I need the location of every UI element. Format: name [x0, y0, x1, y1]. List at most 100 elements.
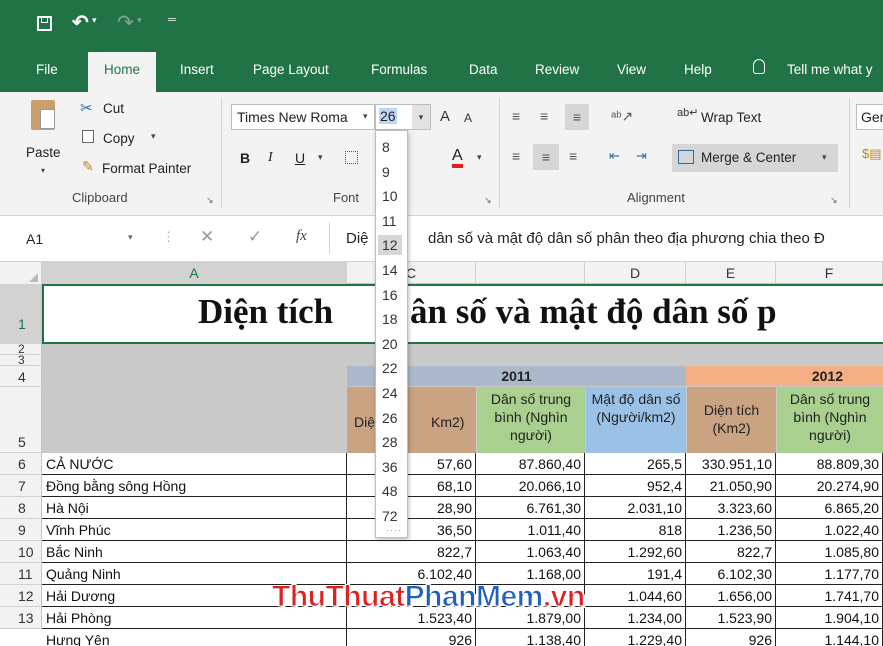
cell-density-2011[interactable]: 1.292,60 [585, 541, 686, 563]
cell-area-2012[interactable]: 1.656,00 [686, 585, 776, 607]
currency-icon[interactable]: $▤ [862, 146, 882, 162]
format-painter-icon[interactable]: ✎ [82, 158, 94, 175]
increase-indent-icon[interactable]: ⇥ [636, 148, 647, 164]
align-middle-icon[interactable]: ≡ [540, 108, 548, 124]
cell-region[interactable]: Vĩnh Phúc [42, 519, 347, 541]
grow-font-icon[interactable]: A [440, 108, 450, 125]
cell-pop-2011[interactable]: 1.138,40 [476, 629, 585, 646]
font-size-option[interactable]: 36 [382, 459, 398, 475]
font-name-dropdown-icon[interactable]: ▾ [363, 111, 368, 122]
save-icon[interactable] [37, 16, 52, 31]
underline-button[interactable]: U [295, 150, 305, 166]
cell-region[interactable]: CẢ NƯỚC [42, 453, 347, 475]
cell-density-2011[interactable]: 265,5 [585, 453, 686, 475]
resize-grip-icon[interactable]: ···· [386, 525, 402, 535]
cell-area-2011[interactable]: 926 [347, 629, 476, 646]
cell-area-2012[interactable]: 926 [686, 629, 776, 646]
cell-region[interactable]: Đồng bằng sông Hồng [42, 475, 347, 497]
align-left-icon[interactable]: ≡ [512, 148, 520, 164]
cell-density-2011[interactable]: 191,4 [585, 563, 686, 585]
cell-pop-2011[interactable]: 87.860,40 [476, 453, 585, 475]
cell-pop-2011[interactable]: 20.066,10 [476, 475, 585, 497]
copy-icon[interactable] [82, 130, 94, 143]
insert-function-icon[interactable]: fx [296, 228, 307, 245]
clipboard-launcher-icon[interactable]: ↘ [206, 195, 214, 206]
cell-pop-2012[interactable]: 88.809,30 [776, 453, 883, 475]
merge-dropdown-icon[interactable]: ▾ [822, 152, 827, 163]
tab-home[interactable]: Home [88, 52, 156, 92]
row-header-1[interactable]: 1 [0, 284, 42, 344]
font-color-dropdown-icon[interactable]: ▾ [477, 152, 482, 163]
cell-area-2012[interactable]: 3.323,60 [686, 497, 776, 519]
cell-area-2012[interactable]: 21.050,90 [686, 475, 776, 497]
font-size-option[interactable]: 48 [382, 483, 398, 499]
font-size-option[interactable]: 72 [382, 508, 398, 524]
row-header-3[interactable]: 3 [0, 354, 42, 366]
tab-insert[interactable]: Insert [180, 62, 214, 77]
tab-review[interactable]: Review [535, 62, 579, 77]
formula-text[interactable]: dân số và mật độ dân số phân theo địa ph… [428, 230, 825, 247]
paste-button[interactable]: Paste [26, 145, 61, 160]
cell-pop-2011[interactable]: 6.761,30 [476, 497, 585, 519]
cell-density-2011[interactable]: 1.234,00 [585, 607, 686, 629]
cell-area-2011[interactable]: 57,60 [347, 453, 476, 475]
font-size-dropdown[interactable]: 8 9 10 11 12 14 16 18 20 22 24 26 28 36 48 72 ···· [375, 130, 408, 538]
cell-pop-2012[interactable]: 1.144,10 [776, 629, 883, 646]
font-name-combo[interactable]: Times New Roma ▾ [231, 104, 375, 130]
row-header-9[interactable]: 9 [0, 519, 42, 541]
paste-dropdown-icon[interactable]: ▾ [41, 166, 45, 175]
bold-button[interactable]: B [240, 150, 250, 166]
column-header-d[interactable]: D [585, 262, 686, 284]
row-header-13[interactable]: 13 [0, 607, 42, 629]
cell-area-2012[interactable]: 6.102,30 [686, 563, 776, 585]
column-header-c-2[interactable] [476, 262, 585, 284]
cell-density-2011[interactable]: 1.044,60 [585, 585, 686, 607]
cell-region[interactable]: Hưng Yên [42, 629, 347, 646]
tab-file[interactable]: File [36, 62, 58, 77]
cell-area-2011[interactable]: 36,50 [347, 519, 476, 541]
cell-area-2012[interactable]: 822,7 [686, 541, 776, 563]
column-header-c[interactable]: C [347, 262, 476, 284]
cell-pop-2012[interactable]: 1.022,40 [776, 519, 883, 541]
tab-help[interactable]: Help [684, 62, 712, 77]
tab-view[interactable]: View [617, 62, 646, 77]
cell-pop-2012[interactable]: 1.177,70 [776, 563, 883, 585]
row-header-4[interactable]: 4 [0, 366, 42, 387]
select-all-corner[interactable] [0, 262, 42, 284]
orientation-icon[interactable]: ᵃᵇ↗ [611, 108, 633, 125]
align-right-icon[interactable]: ≡ [569, 148, 577, 164]
underline-dropdown-icon[interactable]: ▾ [318, 152, 323, 163]
align-center-icon[interactable]: ≡ [533, 144, 559, 170]
row-header-10[interactable]: 10 [0, 541, 42, 563]
cell-area-2011[interactable]: 68,10 [347, 475, 476, 497]
row-header-7[interactable]: 7 [0, 475, 42, 497]
wrap-text-button[interactable]: Wrap Text [701, 110, 761, 125]
align-bottom-icon[interactable]: ≡ [565, 104, 589, 130]
formula-text-prefix[interactable]: Diệ [346, 230, 369, 247]
row-header-11[interactable]: 11 [0, 563, 42, 585]
cut-button[interactable]: Cut [103, 101, 124, 116]
font-size-option[interactable]: 12 [378, 235, 402, 256]
tab-data[interactable]: Data [469, 62, 498, 77]
font-size-option[interactable]: 22 [382, 360, 398, 376]
name-box-dropdown-icon[interactable]: ▾ [128, 232, 133, 243]
decrease-indent-icon[interactable]: ⇤ [609, 148, 620, 164]
column-header-f[interactable]: F [776, 262, 883, 284]
undo-icon[interactable]: ↶ [72, 10, 89, 35]
cell-pop-2012[interactable]: 1.904,10 [776, 607, 883, 629]
row-header-12[interactable]: 12 [0, 585, 42, 607]
font-size-option[interactable]: 28 [382, 434, 398, 450]
font-size-option[interactable]: 26 [382, 410, 398, 426]
font-size-option[interactable]: 24 [382, 385, 398, 401]
cell-pop-2012[interactable]: 6.865,20 [776, 497, 883, 519]
name-box[interactable]: A1 ▾ [18, 226, 148, 252]
paste-icon[interactable] [31, 100, 55, 130]
cell-density-2011[interactable]: 818 [585, 519, 686, 541]
font-size-option[interactable]: 10 [382, 188, 398, 204]
font-launcher-icon[interactable]: ↘ [484, 195, 492, 206]
shrink-font-icon[interactable]: A [464, 111, 472, 125]
cut-icon[interactable]: ✂ [80, 99, 93, 117]
cell-area-2012[interactable]: 1.523,90 [686, 607, 776, 629]
wrap-text-icon[interactable]: ab↵ [677, 106, 698, 119]
font-size-option[interactable]: 16 [382, 287, 398, 303]
